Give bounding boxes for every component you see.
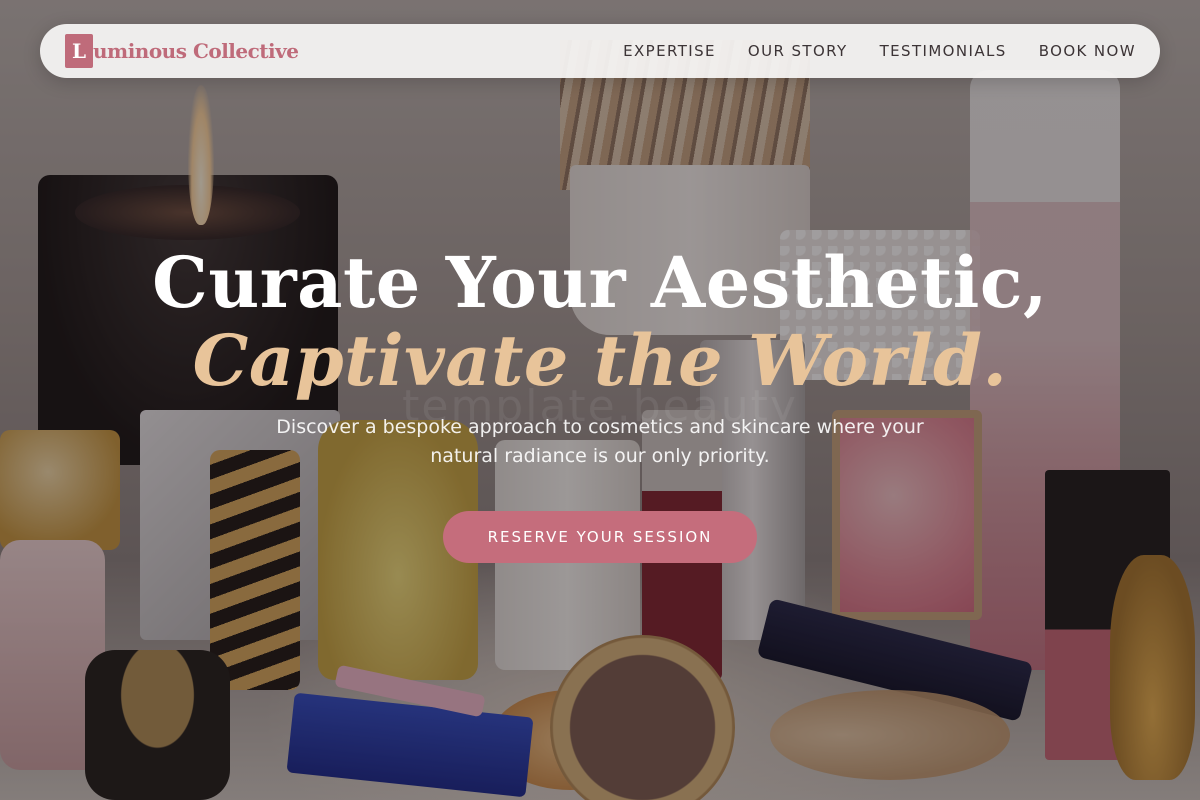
logo-mark: L (65, 34, 93, 68)
nav-links: EXPERTISE OUR STORY TESTIMONIALS BOOK NO… (623, 42, 1136, 60)
hero-content: template.beauty Curate Your Aesthetic, C… (0, 243, 1200, 563)
nav-link-book-now[interactable]: BOOK NOW (1039, 42, 1136, 60)
logo-text: uminous Collective (93, 39, 299, 63)
nav-link-our-story[interactable]: OUR STORY (748, 42, 848, 60)
nav-link-expertise[interactable]: EXPERTISE (623, 42, 716, 60)
watermark-text: template.beauty (402, 381, 798, 432)
hero-title-line1: Curate Your Aesthetic, (152, 241, 1048, 324)
reserve-session-button[interactable]: RESERVE YOUR SESSION (443, 511, 757, 563)
brand-logo[interactable]: L uminous Collective (65, 34, 299, 68)
nav-link-testimonials[interactable]: TESTIMONIALS (880, 42, 1007, 60)
navbar: L uminous Collective EXPERTISE OUR STORY… (40, 24, 1160, 78)
